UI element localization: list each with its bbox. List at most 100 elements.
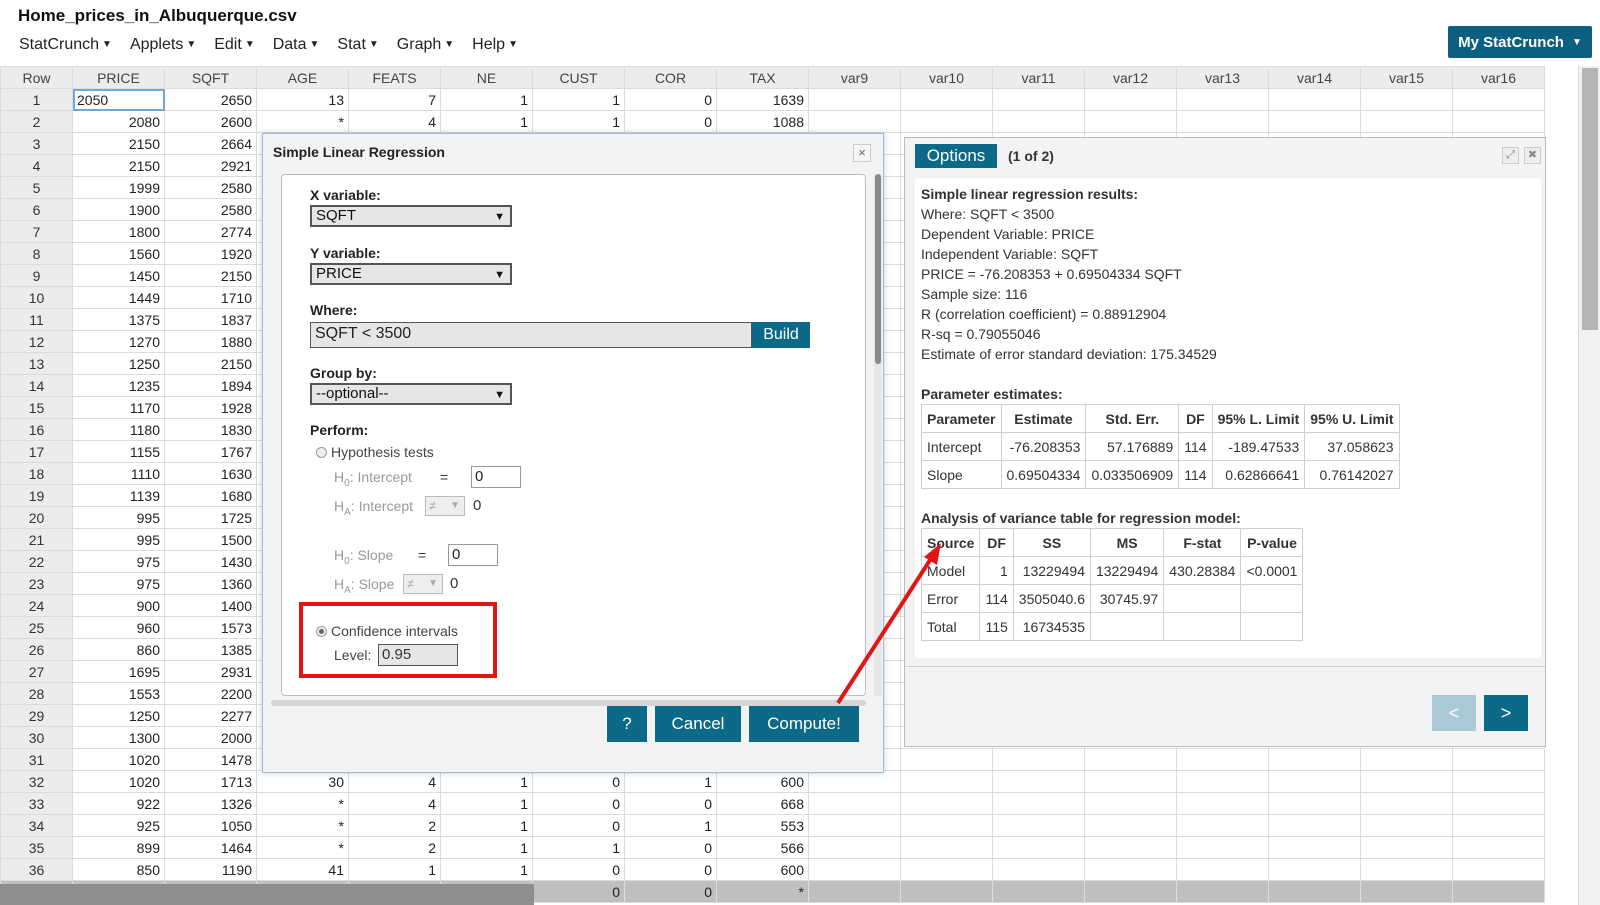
grid-cell[interactable]: 1360 — [164, 572, 257, 595]
row-header[interactable]: 9 — [0, 264, 73, 287]
grid-cell[interactable]: 0 — [624, 88, 717, 111]
grid-cell[interactable] — [900, 880, 993, 903]
grid-cell[interactable]: 2150 — [72, 154, 165, 177]
grid-cell[interactable]: 2150 — [164, 264, 257, 287]
grid-cell[interactable]: 995 — [72, 506, 165, 529]
grid-cell[interactable] — [900, 814, 993, 837]
grid-cell[interactable]: 1 — [440, 814, 533, 837]
column-header[interactable]: var13 — [1176, 66, 1269, 89]
row-header[interactable]: 14 — [0, 374, 73, 397]
grid-cell[interactable]: 1190 — [164, 858, 257, 881]
grid-cell[interactable]: 2664 — [164, 132, 257, 155]
row-header[interactable]: 6 — [0, 198, 73, 221]
grid-cell[interactable] — [1268, 814, 1361, 837]
grid-cell[interactable]: 922 — [72, 792, 165, 815]
grid-cell[interactable] — [1176, 110, 1269, 133]
grid-cell[interactable] — [1452, 858, 1545, 881]
grid-cell[interactable]: 1639 — [716, 88, 809, 111]
grid-cell[interactable]: 1 — [440, 88, 533, 111]
grid-cell[interactable]: 1375 — [72, 308, 165, 331]
column-header[interactable]: SQFT — [164, 66, 257, 89]
grid-cell[interactable] — [900, 836, 993, 859]
scroll-thumb[interactable] — [1582, 68, 1598, 330]
build-button[interactable]: Build — [752, 322, 810, 348]
row-header[interactable]: 23 — [0, 572, 73, 595]
grid-cell[interactable]: 860 — [72, 638, 165, 661]
menu-applets[interactable]: Applets ▼ — [121, 36, 205, 54]
grid-cell[interactable] — [992, 110, 1085, 133]
grid-cell[interactable]: 1326 — [164, 792, 257, 815]
grid-cell[interactable]: * — [256, 836, 349, 859]
grid-cell[interactable]: 0 — [532, 770, 625, 793]
my-statcrunch-button[interactable]: My StatCrunch ▼ — [1448, 26, 1592, 58]
column-header[interactable]: CUST — [532, 66, 625, 89]
grid-cell[interactable] — [1268, 748, 1361, 771]
grid-cell[interactable]: 2580 — [164, 198, 257, 221]
grid-cell[interactable] — [1084, 770, 1177, 793]
grid-cell[interactable]: 600 — [716, 770, 809, 793]
x-variable-select[interactable]: SQFT ▼ — [310, 205, 512, 227]
column-header[interactable]: var11 — [992, 66, 1085, 89]
grid-cell[interactable]: 1695 — [72, 660, 165, 683]
row-header[interactable]: 22 — [0, 550, 73, 573]
row-header[interactable]: 28 — [0, 682, 73, 705]
grid-cell[interactable] — [1176, 880, 1269, 903]
grid-cell[interactable]: 1 — [440, 858, 533, 881]
grid-cell[interactable]: 1020 — [72, 748, 165, 771]
grid-cell[interactable] — [992, 858, 1085, 881]
row-header[interactable]: 15 — [0, 396, 73, 419]
grid-cell[interactable] — [1176, 770, 1269, 793]
grid-cell[interactable]: 13 — [256, 88, 349, 111]
row-header[interactable]: 3 — [0, 132, 73, 155]
grid-cell[interactable]: 1999 — [72, 176, 165, 199]
expand-icon[interactable]: ⤢ — [1502, 147, 1519, 164]
grid-cell[interactable]: 30 — [256, 770, 349, 793]
grid-cell[interactable]: 0 — [532, 814, 625, 837]
grid-cell[interactable]: 1920 — [164, 242, 257, 265]
grid-cell[interactable] — [1452, 88, 1545, 111]
grid-cell[interactable] — [1268, 110, 1361, 133]
grid-cell[interactable]: 1 — [440, 110, 533, 133]
grid-cell[interactable]: 1430 — [164, 550, 257, 573]
grid-cell[interactable] — [1176, 748, 1269, 771]
h0-slope-input[interactable]: 0 — [448, 544, 498, 566]
grid-cell[interactable] — [1084, 792, 1177, 815]
grid-cell[interactable]: * — [256, 792, 349, 815]
grid-cell[interactable]: 1 — [532, 88, 625, 111]
column-header[interactable]: var9 — [808, 66, 901, 89]
grid-cell[interactable] — [1360, 858, 1453, 881]
grid-cell[interactable]: 1553 — [72, 682, 165, 705]
row-header[interactable]: 35 — [0, 836, 73, 859]
grid-cell[interactable]: 2774 — [164, 220, 257, 243]
grid-cell[interactable] — [1268, 836, 1361, 859]
column-header[interactable]: var16 — [1452, 66, 1545, 89]
grid-cell[interactable]: 41 — [256, 858, 349, 881]
grid-cell[interactable]: 1088 — [716, 110, 809, 133]
grid-cell[interactable]: 1385 — [164, 638, 257, 661]
column-header[interactable]: Row — [0, 66, 73, 89]
menu-stat[interactable]: Stat ▼ — [328, 36, 387, 54]
grid-cell[interactable]: 1928 — [164, 396, 257, 419]
grid-cell[interactable]: 1464 — [164, 836, 257, 859]
grid-cell[interactable]: 1680 — [164, 484, 257, 507]
grid-cell[interactable]: 2000 — [164, 726, 257, 749]
grid-cell[interactable] — [1084, 110, 1177, 133]
grid-cell[interactable]: 1830 — [164, 418, 257, 441]
grid-cell[interactable]: 2580 — [164, 176, 257, 199]
grid-cell[interactable]: 1155 — [72, 440, 165, 463]
row-header[interactable]: 36 — [0, 858, 73, 881]
grid-cell[interactable] — [1452, 880, 1545, 903]
grid-cell[interactable]: 0 — [624, 792, 717, 815]
grid-cell[interactable]: 1 — [348, 858, 441, 881]
grid-cell[interactable]: 1400 — [164, 594, 257, 617]
grid-cell[interactable] — [900, 792, 993, 815]
grid-cell[interactable] — [808, 858, 901, 881]
close-icon[interactable]: ✖ — [1524, 147, 1541, 164]
grid-cell[interactable]: 1180 — [72, 418, 165, 441]
grid-cell[interactable] — [900, 748, 993, 771]
where-input[interactable]: SQFT < 3500 — [310, 322, 752, 348]
grid-cell[interactable] — [1176, 814, 1269, 837]
grid-cell[interactable] — [992, 880, 1085, 903]
menu-edit[interactable]: Edit ▼ — [205, 36, 263, 54]
grid-cell[interactable]: 1300 — [72, 726, 165, 749]
